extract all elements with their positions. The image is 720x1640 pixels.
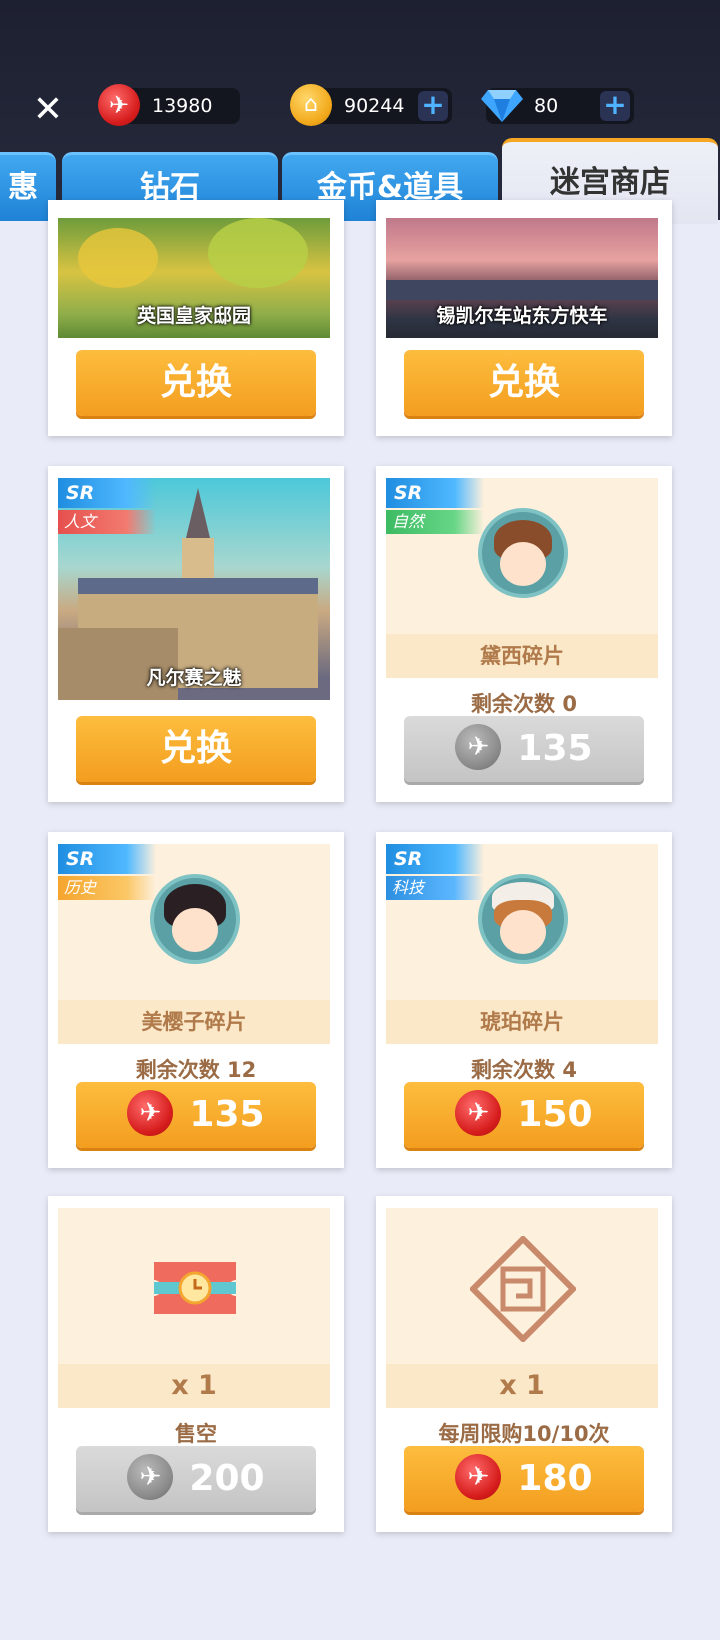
- rarity-badge: SR: [386, 844, 484, 874]
- remaining-count: 剩余次数 0: [471, 692, 577, 716]
- rarity-badge: SR: [58, 478, 156, 508]
- red-plane-coin-icon: ✈: [98, 84, 140, 126]
- item-name: 美樱子碎片: [58, 1000, 330, 1044]
- price: 135: [189, 1094, 265, 1135]
- plane-coin-icon: [455, 724, 502, 770]
- buy-button-disabled[interactable]: 135: [404, 716, 644, 782]
- royal-estate-image: 英国皇家邸园: [58, 218, 330, 338]
- time-ticket-icon: [154, 1258, 236, 1318]
- item-name: 琥珀碎片: [386, 1000, 658, 1044]
- exchange-button[interactable]: 兑换: [404, 350, 644, 416]
- exchange-button[interactable]: 兑换: [76, 350, 316, 416]
- category-tag: 历史: [58, 876, 156, 900]
- versailles-image: SR 人文 凡尔赛之魅: [58, 478, 330, 700]
- item-preview: x 1: [386, 1208, 658, 1408]
- plane-coin-icon: [455, 1090, 502, 1136]
- diamond-value: 80: [534, 95, 559, 117]
- shop-item-time-ticket: x 1 售空 200: [48, 1196, 344, 1532]
- item-preview: SR 科技 琥珀碎片: [386, 844, 658, 1044]
- item-name: 黛西碎片: [386, 634, 658, 678]
- buy-button[interactable]: 180: [404, 1446, 644, 1512]
- item-preview: x 1: [58, 1208, 330, 1408]
- ticket-balance: ✈ 13980: [98, 84, 240, 126]
- buy-button[interactable]: 150: [404, 1082, 644, 1148]
- shop-item-amber-shard: SR 科技 琥珀碎片 剩余次数 4 150: [376, 832, 672, 1168]
- rarity-badge: SR: [386, 478, 484, 508]
- exchange-button[interactable]: 兑换: [76, 716, 316, 782]
- orient-express-image: 锡凯尔车站东方快车: [386, 218, 658, 338]
- tab-label: 迷宫商店: [550, 165, 670, 200]
- shop-item-miyako-shard: SR 历史 美樱子碎片 剩余次数 12 135: [48, 832, 344, 1168]
- quantity-text: x 1: [171, 1370, 217, 1401]
- price: 135: [517, 728, 593, 769]
- item-caption: 凡尔赛之魅: [146, 667, 242, 689]
- price: 150: [517, 1094, 593, 1135]
- item-caption: 锡凯尔车站东方快车: [436, 305, 608, 327]
- buy-button-disabled[interactable]: 200: [76, 1446, 316, 1512]
- add-gold-button[interactable]: +: [418, 91, 448, 121]
- price: 180: [517, 1458, 593, 1499]
- remaining-count: 剩余次数 12: [135, 1058, 257, 1082]
- gold-value: 90244: [344, 95, 405, 117]
- shop-item-daisy-shard: SR 自然 黛西碎片 剩余次数 0 135: [376, 466, 672, 802]
- plane-coin-icon: [127, 1090, 174, 1136]
- daisy-avatar: [478, 508, 568, 598]
- top-bar: ✕ ✈ 13980 ⌂ 90244 + 80 + 惠 钻石 金币&道具 迷宫商店: [0, 0, 720, 224]
- rarity-badge: SR: [58, 844, 156, 874]
- category-tag: 人文: [58, 510, 156, 534]
- add-diamond-button[interactable]: +: [600, 91, 630, 121]
- item-preview: SR 历史 美樱子碎片: [58, 844, 330, 1044]
- price: 200: [189, 1458, 265, 1499]
- item-quantity: x 1: [386, 1364, 658, 1408]
- sold-out-label: 售空: [175, 1422, 217, 1446]
- plane-coin-icon: [455, 1454, 502, 1500]
- item-preview: SR 自然 黛西碎片: [386, 478, 658, 678]
- gold-house-coin-icon: ⌂: [290, 84, 332, 126]
- diamond-balance: 80 +: [481, 88, 634, 124]
- item-caption: 英国皇家邸园: [136, 305, 251, 327]
- buy-button[interactable]: 135: [76, 1082, 316, 1148]
- category-tag: 科技: [386, 876, 484, 900]
- weekly-limit: 每周限购10/10次: [438, 1422, 610, 1446]
- shop-item-maze-emblem: x 1 每周限购10/10次 180: [376, 1196, 672, 1532]
- tab-label: 惠: [8, 170, 38, 205]
- quantity-text: x 1: [499, 1370, 545, 1401]
- close-button[interactable]: ✕: [30, 92, 66, 128]
- amber-avatar: [478, 874, 568, 964]
- diamond-icon: [480, 84, 523, 126]
- shop-item-royal-estate: 英国皇家邸园 兑换: [48, 200, 344, 436]
- gold-balance: ⌂ 90244 +: [290, 84, 452, 126]
- miyako-avatar: [150, 874, 240, 964]
- shop-item-orient-express: 锡凯尔车站东方快车 兑换: [376, 200, 672, 436]
- ticket-value: 13980: [152, 95, 213, 117]
- category-tag: 自然: [386, 510, 484, 534]
- remaining-count: 剩余次数 4: [471, 1058, 577, 1082]
- shop-item-versailles: SR 人文 凡尔赛之魅 兑换: [48, 466, 344, 802]
- plane-coin-icon: [127, 1454, 174, 1500]
- maze-emblem-icon: [468, 1234, 578, 1344]
- item-quantity: x 1: [58, 1364, 330, 1408]
